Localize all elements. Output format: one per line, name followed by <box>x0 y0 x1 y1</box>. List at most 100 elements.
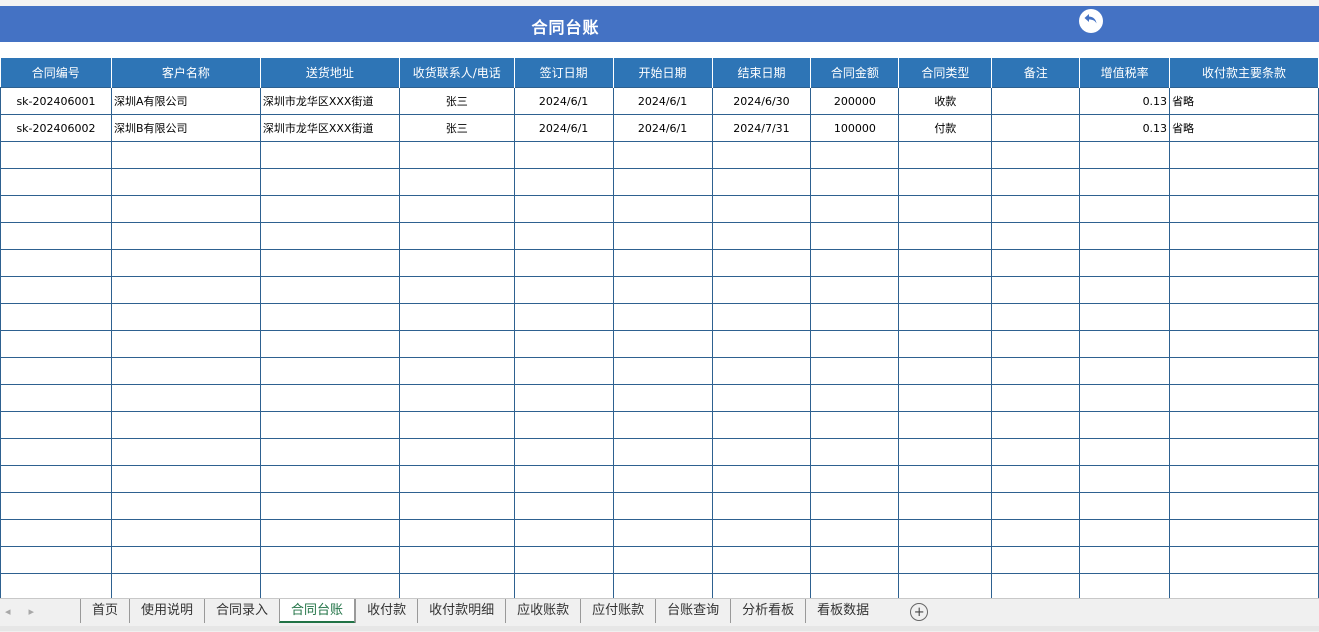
column-header[interactable]: 开始日期 <box>613 58 713 88</box>
sheet-tab[interactable]: 使用说明 <box>129 599 204 623</box>
table-cell[interactable] <box>898 546 993 574</box>
table-cell[interactable] <box>711 249 812 277</box>
table-cell[interactable] <box>398 276 515 304</box>
table-cell[interactable] <box>110 195 261 223</box>
table-cell[interactable] <box>810 330 900 358</box>
table-cell[interactable] <box>1079 330 1171 358</box>
table-cell[interactable] <box>259 384 400 412</box>
table-cell[interactable] <box>110 141 261 169</box>
table-cell[interactable] <box>898 303 993 331</box>
table-cell[interactable] <box>898 492 993 520</box>
table-cell[interactable] <box>612 357 713 385</box>
table-cell[interactable] <box>259 465 400 493</box>
table-cell[interactable] <box>1169 519 1319 547</box>
table-cell[interactable]: 张三 <box>398 114 515 142</box>
table-cell[interactable] <box>810 195 900 223</box>
table-cell[interactable]: 100000 <box>810 114 900 142</box>
table-cell[interactable] <box>1169 411 1319 439</box>
table-cell[interactable] <box>1079 438 1171 466</box>
table-cell[interactable] <box>398 222 515 250</box>
table-cell[interactable] <box>259 141 400 169</box>
table-cell[interactable] <box>398 465 515 493</box>
table-cell[interactable] <box>110 168 261 196</box>
tab-scroll-left-icon[interactable]: ◂ <box>5 605 11 618</box>
table-cell[interactable] <box>810 276 900 304</box>
table-cell[interactable] <box>711 141 812 169</box>
table-cell[interactable] <box>398 195 515 223</box>
table-cell[interactable] <box>0 168 112 196</box>
table-cell[interactable] <box>513 357 614 385</box>
table-cell[interactable] <box>711 438 812 466</box>
table-cell[interactable] <box>1079 546 1171 574</box>
table-cell[interactable]: 2024/6/1 <box>513 114 614 142</box>
column-header[interactable]: 签订日期 <box>514 58 614 88</box>
table-cell[interactable]: 200000 <box>810 87 900 115</box>
table-cell[interactable] <box>711 573 812 601</box>
table-cell[interactable] <box>0 249 112 277</box>
table-cell[interactable] <box>898 384 993 412</box>
table-cell[interactable] <box>991 384 1081 412</box>
table-cell[interactable] <box>991 168 1081 196</box>
table-cell[interactable] <box>0 330 112 358</box>
table-cell[interactable] <box>991 222 1081 250</box>
table-cell[interactable] <box>810 303 900 331</box>
table-cell[interactable] <box>259 276 400 304</box>
table-cell[interactable] <box>1079 195 1171 223</box>
column-header[interactable]: 客户名称 <box>111 58 261 88</box>
table-cell[interactable] <box>991 330 1081 358</box>
table-cell[interactable]: 2024/6/1 <box>612 87 713 115</box>
table-cell[interactable] <box>513 303 614 331</box>
table-cell[interactable] <box>1079 168 1171 196</box>
table-cell[interactable] <box>259 411 400 439</box>
table-cell[interactable] <box>110 546 261 574</box>
back-button[interactable] <box>1079 9 1103 33</box>
table-cell[interactable] <box>898 195 993 223</box>
table-cell[interactable] <box>259 357 400 385</box>
table-cell[interactable] <box>898 222 993 250</box>
table-cell[interactable] <box>991 357 1081 385</box>
table-cell[interactable]: 深圳市龙华区XXX街道 <box>259 87 400 115</box>
table-cell[interactable]: 收款 <box>898 87 993 115</box>
table-cell[interactable] <box>110 465 261 493</box>
table-cell[interactable] <box>110 573 261 601</box>
table-cell[interactable] <box>110 519 261 547</box>
table-cell[interactable] <box>898 438 993 466</box>
table-cell[interactable] <box>259 519 400 547</box>
table-cell[interactable] <box>513 465 614 493</box>
table-cell[interactable]: sk-202406002 <box>0 114 112 142</box>
table-cell[interactable] <box>513 411 614 439</box>
table-cell[interactable] <box>612 492 713 520</box>
table-cell[interactable]: 2024/6/1 <box>513 87 614 115</box>
table-cell[interactable]: 2024/6/30 <box>711 87 812 115</box>
table-cell[interactable] <box>612 141 713 169</box>
table-cell[interactable] <box>0 411 112 439</box>
table-cell[interactable]: 2024/6/1 <box>612 114 713 142</box>
table-cell[interactable] <box>398 546 515 574</box>
table-cell[interactable] <box>513 384 614 412</box>
table-cell[interactable] <box>991 465 1081 493</box>
table-cell[interactable] <box>991 303 1081 331</box>
table-cell[interactable] <box>810 465 900 493</box>
table-cell[interactable] <box>1079 222 1171 250</box>
table-cell[interactable] <box>110 249 261 277</box>
table-cell[interactable]: 深圳B有限公司 <box>110 114 261 142</box>
table-cell[interactable] <box>110 330 261 358</box>
table-cell[interactable] <box>991 519 1081 547</box>
table-cell[interactable] <box>898 573 993 601</box>
table-cell[interactable] <box>810 168 900 196</box>
table-cell[interactable]: 省略 <box>1169 87 1319 115</box>
table-cell[interactable] <box>398 384 515 412</box>
table-cell[interactable] <box>991 249 1081 277</box>
table-cell[interactable] <box>612 519 713 547</box>
table-cell[interactable] <box>0 357 112 385</box>
table-cell[interactable] <box>259 546 400 574</box>
table-cell[interactable] <box>612 276 713 304</box>
column-header[interactable]: 收货联系人/电话 <box>399 58 515 88</box>
sheet-tab[interactable]: 看板数据 <box>805 599 880 623</box>
table-cell[interactable] <box>110 492 261 520</box>
table-cell[interactable] <box>513 519 614 547</box>
table-cell[interactable] <box>898 357 993 385</box>
table-cell[interactable] <box>810 519 900 547</box>
column-header[interactable]: 收付款主要条款 <box>1169 58 1319 88</box>
table-cell[interactable] <box>1169 573 1319 601</box>
